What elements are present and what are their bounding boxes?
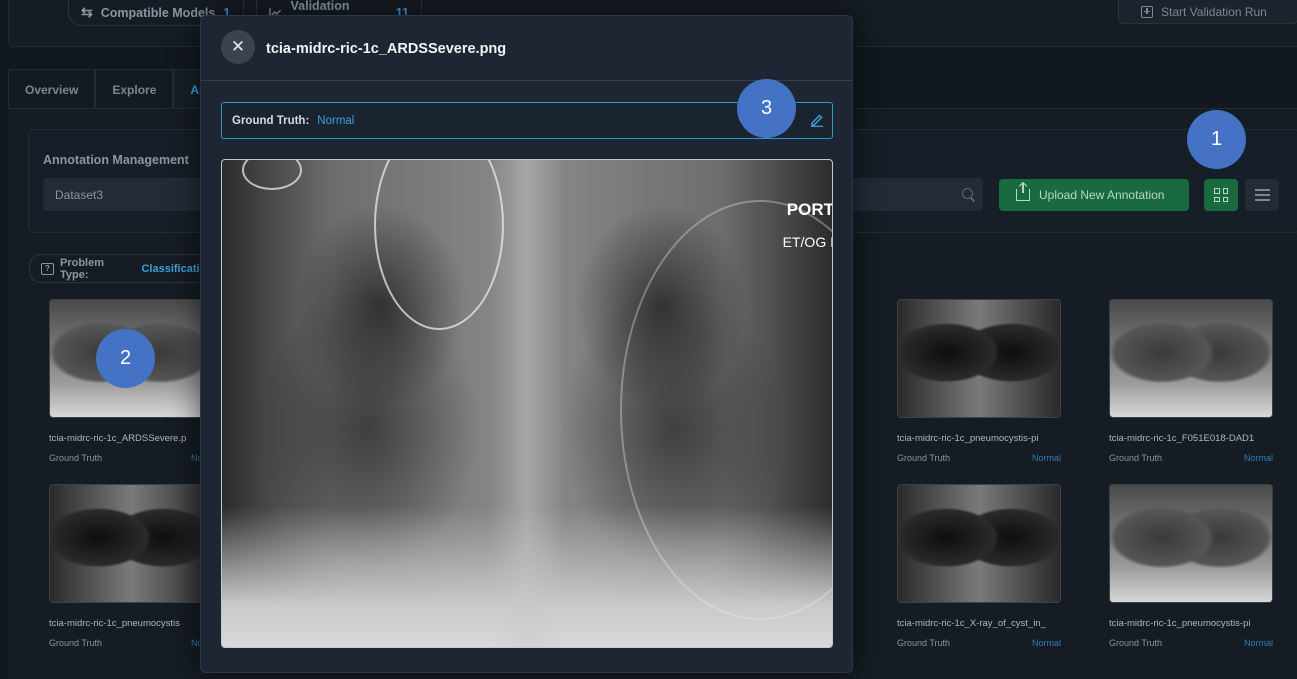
xray-thumbnail[interactable] — [1109, 484, 1273, 603]
ground-truth-label: Ground Truth — [49, 453, 103, 463]
image-card[interactable]: tcia-midrc-ric-1c_pneumocystis Ground Tr… — [49, 484, 213, 648]
card-filename: tcia-midrc-ric-1c_ARDSSevere.p — [49, 433, 187, 444]
ground-truth-label: Ground Truth — [897, 453, 951, 463]
image-card[interactable]: tcia-midrc-ric-1c_X-ray_of_cyst_in_ Grou… — [897, 484, 1061, 648]
upload-annotation-label: Upload New Annotation — [1039, 188, 1165, 202]
list-icon — [1254, 189, 1270, 201]
image-card[interactable]: tcia-midrc-ric-1c_F051E018-DAD1 Ground T… — [1109, 299, 1273, 463]
xray-marker-text: PORT — [786, 200, 833, 219]
question-icon: ? — [41, 262, 54, 275]
swap-icon: ⇆ — [81, 4, 93, 20]
ground-truth-value: Normal — [1031, 453, 1061, 463]
card-filename: tcia-midrc-ric-1c_pneumocystis — [49, 618, 180, 629]
tube-line — [620, 200, 832, 620]
close-icon: ✕ — [230, 37, 246, 56]
ground-truth-label: Ground Truth — [1109, 638, 1163, 648]
card-ground-truth: Ground Truth Normal — [1109, 638, 1273, 648]
xray-thumbnail[interactable] — [1109, 299, 1273, 418]
card-ground-truth: Ground Truth Normal — [897, 638, 1061, 648]
start-validation-run-button[interactable]: Start Validation Run — [1118, 0, 1297, 24]
xray-thumbnail[interactable] — [897, 299, 1061, 418]
modal-header: ✕ tcia-midrc-ric-1c_ARDSSevere.png — [201, 16, 852, 81]
search-input[interactable] — [836, 178, 983, 211]
card-ground-truth: Ground Truth Normal — [1109, 453, 1273, 463]
search-icon — [962, 188, 973, 199]
tab-overview[interactable]: Overview — [8, 69, 96, 109]
xray-thumbnail[interactable] — [49, 484, 213, 603]
dataset-select[interactable]: Dataset3 — [43, 178, 213, 211]
marker-3: 3 — [737, 79, 796, 138]
card-filename: tcia-midrc-ric-1c_F051E018-DAD1 — [1109, 433, 1255, 444]
ground-truth-label: Ground Truth: — [232, 114, 310, 127]
upload-icon — [1016, 183, 1030, 201]
tube-line — [242, 160, 302, 190]
card-ground-truth: Ground Truth Normal — [897, 453, 1061, 463]
edit-pencil-icon[interactable] — [810, 113, 824, 127]
dataset-value: Dataset3 — [55, 187, 104, 202]
ground-truth-value: Normal — [1243, 453, 1273, 463]
ground-truth-value: Normal — [1031, 638, 1061, 648]
tab-bar: Overview Explore An — [8, 69, 224, 109]
marker-2: 2 — [96, 329, 155, 388]
ground-truth-label: Ground Truth — [49, 638, 103, 648]
xray-thumbnail[interactable] — [897, 484, 1061, 603]
problem-type-badge: ? Problem Type: Classification — [29, 254, 214, 283]
card-ground-truth: Ground Truth Norm — [49, 638, 213, 648]
annotation-management-title: Annotation Management — [43, 153, 189, 167]
xray-image: PORT ET/OG I — [221, 159, 833, 648]
list-view-button[interactable] — [1245, 179, 1279, 211]
close-button[interactable]: ✕ — [221, 30, 255, 64]
grid-view-button[interactable] — [1204, 179, 1238, 211]
plus-square-icon — [1141, 5, 1153, 18]
card-filename: tcia-midrc-ric-1c_X-ray_of_cyst_in_ — [897, 618, 1046, 629]
tube-line — [374, 160, 504, 330]
card-filename: tcia-midrc-ric-1c_pneumocystis-pi — [1109, 618, 1251, 629]
upload-annotation-button[interactable]: Upload New Annotation — [999, 179, 1189, 211]
grid-icon — [1214, 188, 1228, 202]
ground-truth-value: Normal — [1243, 638, 1273, 648]
modal-title: tcia-midrc-ric-1c_ARDSSevere.png — [266, 41, 507, 57]
compatible-models-label: Compatible Models — [100, 5, 216, 20]
problem-type-label: Problem Type: — [59, 256, 104, 281]
ground-truth-label: Ground Truth — [897, 638, 951, 648]
marker-1: 1 — [1187, 110, 1246, 169]
image-card[interactable]: tcia-midrc-ric-1c_pneumocystis-pi Ground… — [897, 299, 1061, 463]
start-validation-run-label: Start Validation Run — [1161, 4, 1267, 19]
ground-truth-label: Ground Truth — [1109, 453, 1163, 463]
card-ground-truth: Ground Truth Norm — [49, 453, 213, 463]
tab-explore[interactable]: Explore — [95, 69, 174, 109]
card-filename: tcia-midrc-ric-1c_pneumocystis-pi — [897, 433, 1039, 444]
ground-truth-value: Normal — [317, 114, 355, 127]
xray-marker-text: ET/OG I — [782, 234, 833, 250]
image-card[interactable]: tcia-midrc-ric-1c_pneumocystis-pi Ground… — [1109, 484, 1273, 648]
